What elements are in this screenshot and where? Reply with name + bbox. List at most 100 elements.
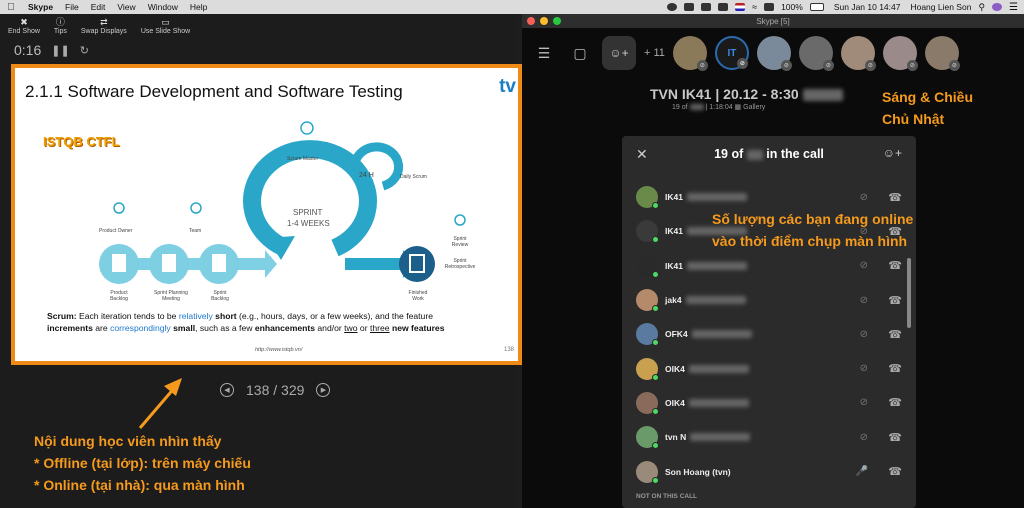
annotation-content: Nội dung học viên nhìn thấy * Offline (t… <box>34 430 251 496</box>
avatar[interactable]: IT ⊘ <box>714 36 749 70</box>
annotation-time: Sáng & Chiều Chủ Nhật <box>882 86 973 130</box>
annotation-line: Chủ Nhật <box>882 111 945 127</box>
mic-muted-icon[interactable]: ⊘ <box>860 295 868 306</box>
participant-avatar <box>636 426 659 450</box>
not-on-call-header: NOT ON THIS CALL <box>636 493 698 500</box>
remove-participant-icon[interactable]: ☎ <box>888 396 902 409</box>
more-participants-count[interactable]: + 11 <box>644 47 665 59</box>
participant-row[interactable]: OFK4 ⊘ ☎ <box>622 317 916 351</box>
annotation-line: * Offline (tại lớp): trên máy chiếu <box>34 455 251 471</box>
screen-share-icon[interactable]: ▢ <box>566 45 594 62</box>
annotation-line: Số lượng các bạn đang online <box>712 211 914 227</box>
participant-row[interactable]: IK41 ⊘ ☎ <box>622 249 916 283</box>
participant-name: IK41 <box>665 192 683 203</box>
arrow-line <box>138 385 178 429</box>
avatar[interactable]: ⊘ <box>924 36 960 71</box>
participant-avatar <box>636 460 659 484</box>
online-status-icon <box>652 407 659 415</box>
participant-row[interactable]: OIK4 ⊘ ☎ <box>622 386 916 420</box>
online-status-icon <box>652 339 659 347</box>
mic-muted-icon[interactable]: ⊘ <box>860 432 868 443</box>
mic-muted-icon: ⊘ <box>822 60 834 71</box>
participants-panel: ✕ 19 of in the call ☺+ IK41 ⊘ ☎ IK41 ⊘ ☎ IK4… <box>622 136 916 508</box>
add-person-icon[interactable]: ☺+ <box>883 146 902 160</box>
online-status-icon <box>652 202 659 210</box>
participant-avatar <box>636 254 659 278</box>
count-suffix: in the call <box>766 147 824 161</box>
redacted-text <box>691 330 752 339</box>
redacted-text <box>746 149 763 160</box>
annotation-online: Số lượng các bạn đang online vào thời đi… <box>712 208 913 252</box>
participant-row[interactable]: jak4 ⊘ ☎ <box>622 283 916 317</box>
participant-count: 19 of in the call <box>622 147 916 161</box>
gallery-label[interactable]: Gallery <box>743 104 765 111</box>
count-prefix: 19 of <box>714 147 744 161</box>
mic-muted-icon: ⊘ <box>736 58 748 69</box>
online-status-icon <box>652 373 659 381</box>
participant-name: IK41 <box>665 226 683 237</box>
mic-muted-icon[interactable]: ⊘ <box>860 192 868 203</box>
participant-name: OIK4 <box>665 363 685 374</box>
redacted-text <box>686 261 747 270</box>
participant-avatar <box>636 357 659 381</box>
online-status-icon <box>652 236 659 244</box>
mic-icon[interactable]: 🎤 <box>856 466 868 477</box>
redacted-text <box>688 364 749 373</box>
annotation-line: Nội dung học viên nhìn thấy <box>34 433 222 449</box>
meeting-subtitle: 19 of | 1:18:04 ▦ Gallery <box>672 104 766 111</box>
participants-header: ✕ 19 of in the call ☺+ <box>622 136 916 172</box>
call-top-bar: ☰ ▢ ☺+ + 11 ⊘ IT ⊘ ⊘ ⊘ ⊘ ⊘ ⊘ <box>522 28 1024 78</box>
mic-muted-icon[interactable]: ⊘ <box>860 397 868 408</box>
add-participant-icon[interactable]: ☺+ <box>602 36 636 70</box>
remove-participant-icon[interactable]: ☎ <box>888 431 902 444</box>
participant-name: tvn N <box>665 432 687 443</box>
screen:  Skype File Edit View Window Help ≈ 100… <box>0 0 1024 508</box>
remove-participant-icon[interactable]: ☎ <box>888 362 902 375</box>
mic-muted-icon: ⊘ <box>780 60 792 71</box>
avatar[interactable]: ⊘ <box>672 36 708 71</box>
participant-name: OIK4 <box>665 397 685 408</box>
participant-name: IK41 <box>665 260 683 271</box>
redacted-text <box>802 89 843 102</box>
mic-muted-icon: ⊘ <box>864 60 876 71</box>
meeting-title: TVN IK41 | 20.12 - 8:30 <box>650 86 843 102</box>
participant-name: jak4 <box>665 295 682 306</box>
participant-row[interactable]: tvn N ⊘ ☎ <box>622 420 916 454</box>
participant-row[interactable]: Son Hoang (tvn) 🎤 ☎ <box>622 454 916 488</box>
mic-muted-icon: ⊘ <box>906 60 918 71</box>
participant-name: OFK4 <box>665 329 688 340</box>
participant-avatar <box>636 323 659 347</box>
participant-avatar <box>636 220 659 244</box>
avatar[interactable]: ⊘ <box>798 36 834 71</box>
redacted-text <box>688 398 749 407</box>
avatar[interactable]: ⊘ <box>882 36 918 71</box>
redacted-text <box>689 104 704 111</box>
remove-participant-icon[interactable]: ☎ <box>888 328 902 341</box>
avatar[interactable]: ⊘ <box>840 36 876 71</box>
skype-window-title: Skype [5] <box>756 16 790 26</box>
remove-participant-icon[interactable]: ☎ <box>888 294 902 307</box>
mic-muted-icon[interactable]: ⊘ <box>860 329 868 340</box>
participant-avatar <box>636 391 659 415</box>
scrollbar[interactable] <box>907 258 911 328</box>
remove-participant-icon[interactable]: ☎ <box>888 191 902 204</box>
skype-titlebar: Skype [5] <box>522 14 1024 28</box>
redacted-text <box>690 433 751 442</box>
avatar[interactable]: ⊘ <box>756 36 792 71</box>
menu-icon[interactable]: ☰ <box>530 45 558 62</box>
mic-muted-icon: ⊘ <box>696 60 708 71</box>
annotation-line: Sáng & Chiều <box>882 89 974 105</box>
online-status-icon <box>652 270 659 278</box>
online-status-icon <box>652 305 659 313</box>
mic-muted-icon: ⊘ <box>948 60 960 71</box>
mic-muted-icon[interactable]: ⊘ <box>860 363 868 374</box>
meeting-sub-text: 19 of <box>672 104 688 111</box>
remove-participant-icon[interactable]: ☎ <box>888 465 902 478</box>
mic-muted-icon[interactable]: ⊘ <box>860 260 868 271</box>
participant-row[interactable]: OIK4 ⊘ ☎ <box>622 351 916 385</box>
participant-avatar <box>636 186 659 210</box>
online-status-icon <box>652 442 659 450</box>
participant-avatar <box>636 289 659 313</box>
remove-participant-icon[interactable]: ☎ <box>888 259 902 272</box>
online-status-icon <box>652 476 659 484</box>
